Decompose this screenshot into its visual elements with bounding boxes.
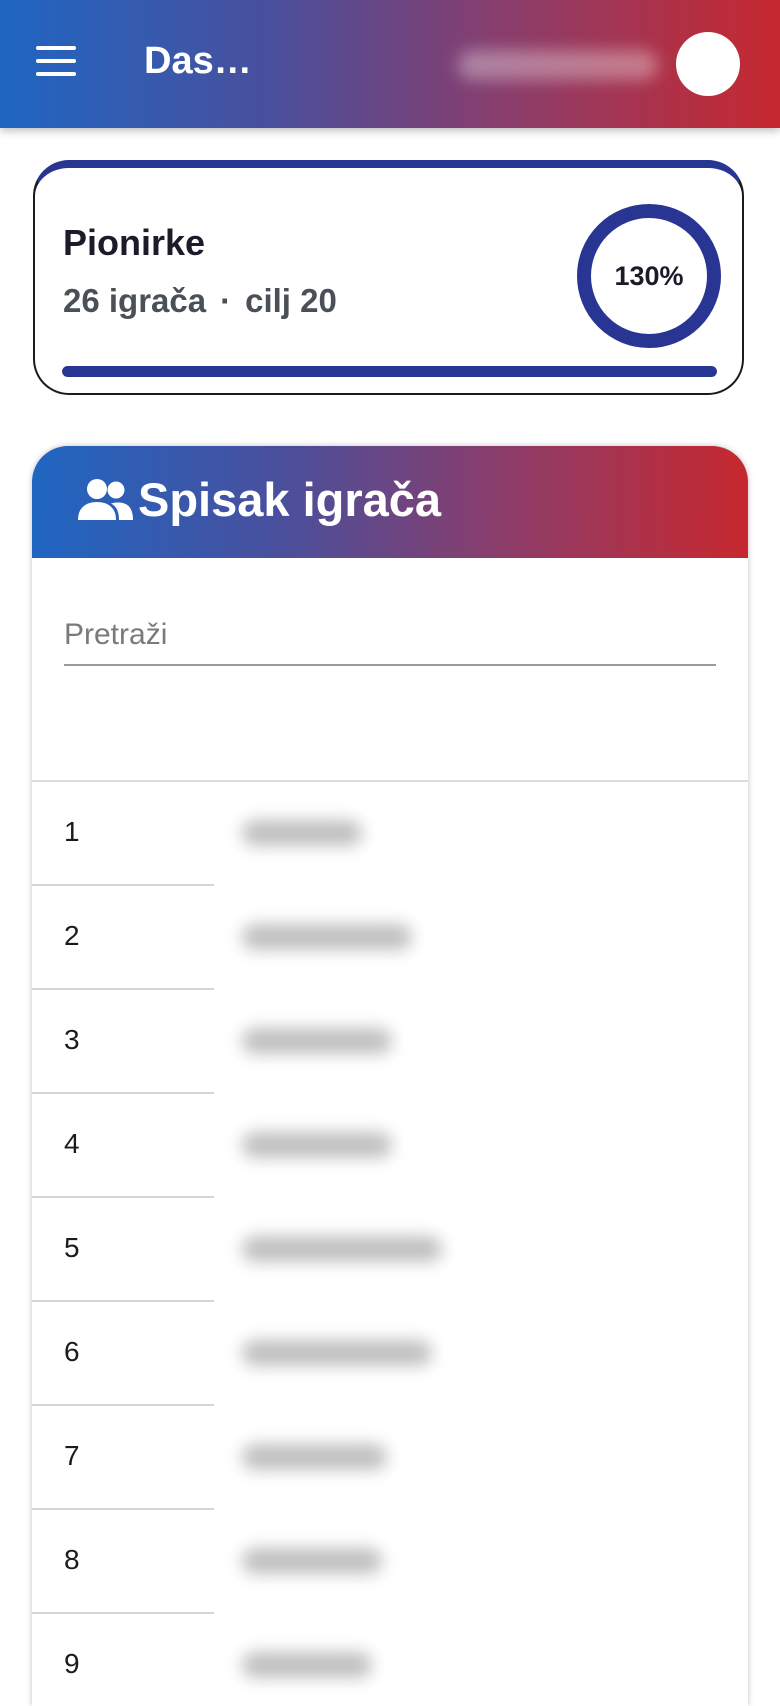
- player-number: 2: [64, 920, 80, 951]
- percent-label: 130%: [614, 260, 684, 291]
- app-bar: Dashboard: [0, 0, 780, 128]
- player-row[interactable]: 9: [32, 1614, 748, 1706]
- players-panel-header: Spisak igrača: [32, 446, 748, 558]
- player-number: 9: [64, 1648, 80, 1679]
- player-name-redacted: [242, 1340, 432, 1366]
- players-count: 26 igrača: [63, 282, 207, 319]
- player-row[interactable]: 1: [32, 782, 748, 886]
- player-number: 3: [64, 1024, 80, 1055]
- players-panel: Spisak igrača 1 2 3 4 5 6 7 8 9: [32, 446, 748, 1706]
- player-name-redacted: [242, 1236, 442, 1262]
- user-name-redacted: [458, 50, 658, 80]
- player-number: 5: [64, 1232, 80, 1263]
- player-number: 4: [64, 1128, 80, 1159]
- search-field: [64, 618, 716, 666]
- player-name-redacted: [242, 1028, 392, 1054]
- player-name-redacted: [242, 1444, 387, 1470]
- player-name-redacted: [242, 1132, 392, 1158]
- player-name-redacted: [242, 1548, 382, 1574]
- app-title: Dashboard: [144, 40, 274, 82]
- hamburger-menu-icon[interactable]: [36, 46, 76, 76]
- player-row[interactable]: 5: [32, 1198, 748, 1302]
- player-row[interactable]: 2: [32, 886, 748, 990]
- player-row[interactable]: 6: [32, 1302, 748, 1406]
- player-number: 1: [64, 816, 80, 847]
- player-name-redacted: [242, 820, 362, 846]
- avatar[interactable]: [676, 32, 740, 96]
- player-number: 8: [64, 1544, 80, 1575]
- people-icon: [78, 479, 133, 520]
- player-number: 7: [64, 1440, 80, 1471]
- progress-bar-fill: [62, 366, 717, 377]
- team-goal: cilj 20: [245, 282, 337, 319]
- team-name: Pionirke: [63, 222, 206, 263]
- team-progress-card[interactable]: Pionirke 26 igrača · cilj 20 130%: [33, 160, 744, 395]
- player-row[interactable]: 7: [32, 1406, 748, 1510]
- player-number: 6: [64, 1336, 80, 1367]
- meta-separator: ·: [220, 282, 232, 319]
- players-list: 1 2 3 4 5 6 7 8 9: [32, 782, 748, 1706]
- player-row[interactable]: 3: [32, 990, 748, 1094]
- player-name-redacted: [242, 924, 412, 950]
- player-row[interactable]: 8: [32, 1510, 748, 1614]
- percent-ring: 130%: [577, 204, 721, 348]
- progress-bar: [62, 366, 717, 377]
- team-meta: 26 igrača · cilj 20: [63, 282, 337, 320]
- player-name-redacted: [242, 1652, 372, 1678]
- player-row[interactable]: 4: [32, 1094, 748, 1198]
- players-panel-title: Spisak igrača: [138, 473, 442, 526]
- search-input[interactable]: [64, 618, 716, 666]
